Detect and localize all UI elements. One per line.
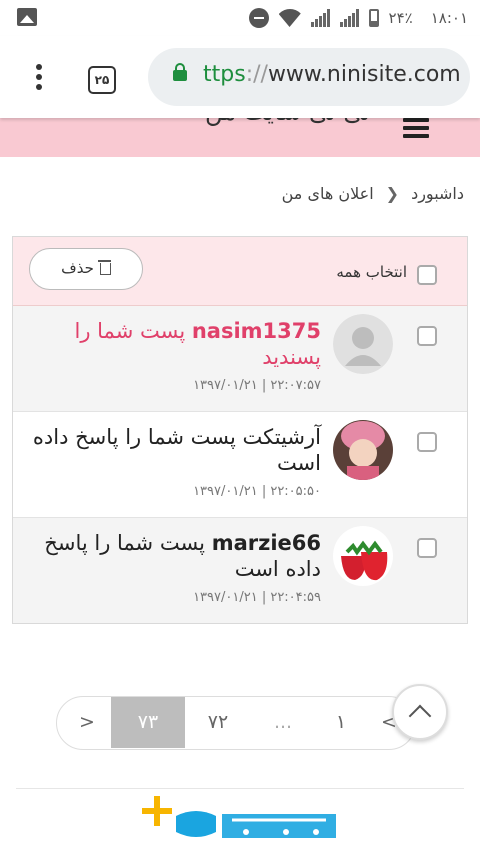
notification-item[interactable]: آرشیتکت پست شما را پاسخ داده است ۱۳۹۷/۰۱… xyxy=(13,412,467,518)
list-header: انتخاب همه حذف xyxy=(13,237,467,306)
item-checkbox[interactable] xyxy=(417,432,437,452)
page-73[interactable]: ۷۳ xyxy=(111,697,185,748)
wifi-icon xyxy=(279,9,301,27)
breadcrumb-current: اعلان های من xyxy=(281,184,374,203)
signal-icon xyxy=(310,9,330,27)
hamburger-menu-icon[interactable] xyxy=(403,118,429,142)
ninisite-logo xyxy=(136,792,346,854)
notification-text[interactable]: آرشیتکت پست شما را پاسخ داده است xyxy=(21,424,321,476)
notification-item[interactable]: nasim1375 پست شما را پسندید ۱۳۹۷/۰۱/۲۱ |… xyxy=(13,306,467,412)
avatar xyxy=(333,314,393,374)
notification-item[interactable]: marzie66 پست شما را پاسخ داده است ۱۳۹۷/۰… xyxy=(13,518,467,623)
select-all-checkbox[interactable] xyxy=(417,265,437,285)
prev-page-button[interactable]: > xyxy=(67,697,107,748)
item-checkbox[interactable] xyxy=(417,538,437,558)
avatar xyxy=(333,420,393,480)
do-not-disturb-icon xyxy=(248,8,269,28)
page-72[interactable]: ۷۲ xyxy=(185,697,251,748)
signal-icon-2 xyxy=(339,9,359,27)
notification-time: ۱۳۹۷/۰۱/۲۱ | ۲۲:۰۵:۵۰ xyxy=(193,484,321,499)
chevron-left-icon: ❮ xyxy=(385,184,400,203)
item-checkbox[interactable] xyxy=(417,326,437,346)
notifications-panel: انتخاب همه حذف nasim1375 پست شما را پسند… xyxy=(12,236,468,624)
battery-icon xyxy=(368,9,379,27)
page-ellipsis: ... xyxy=(273,711,293,733)
notification-text[interactable]: marzie66 پست شما را پاسخ داده است xyxy=(21,530,321,582)
battery-percent: ۲۴٪ xyxy=(388,9,413,27)
select-all-label: انتخاب همه xyxy=(336,263,407,281)
avatar xyxy=(333,526,393,586)
tab-switcher-button[interactable]: ۲۵ xyxy=(88,66,116,94)
breadcrumb-home[interactable]: داشبورد xyxy=(411,184,464,203)
image-notification-icon xyxy=(17,8,37,26)
more-menu-icon[interactable] xyxy=(36,64,44,92)
clock: ۱۸:۰۱ xyxy=(430,9,468,27)
footer-divider xyxy=(16,788,464,789)
address-bar[interactable]: ttps://www.ninisite.com xyxy=(148,48,470,106)
page-1[interactable]: ۱ xyxy=(313,697,369,748)
notification-time: ۱۳۹۷/۰۱/۲۱ | ۲۲:۰۴:۵۹ xyxy=(193,590,321,605)
notification-text[interactable]: nasim1375 پست شما را پسندید xyxy=(21,318,322,370)
url-text: ttps://www.ninisite.com xyxy=(203,62,461,87)
browser-toolbar: ۲۵ ttps://www.ninisite.com xyxy=(0,36,480,118)
delete-button[interactable]: حذف xyxy=(29,248,143,290)
pagination: > ۷۳ ۷۲ ... ۱ < xyxy=(56,696,416,750)
breadcrumb: داشبورد ❮ اعلان های من xyxy=(282,184,464,203)
notification-time: ۱۳۹۷/۰۱/۲۱ | ۲۲:۰۷:۵۷ xyxy=(193,378,321,393)
status-bar: ۲۴٪ ۱۸:۰۱ xyxy=(0,0,480,36)
trash-icon xyxy=(97,259,111,275)
lock-icon xyxy=(173,63,187,81)
scroll-to-top-button[interactable] xyxy=(392,684,448,740)
